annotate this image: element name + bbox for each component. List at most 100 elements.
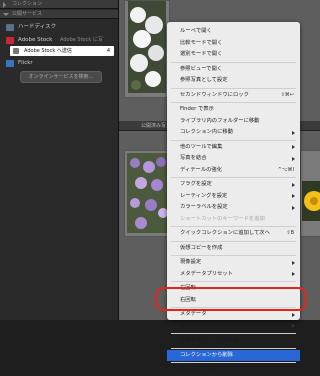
menu-item-label: ショートカットのキーワードを追加 — [180, 215, 265, 222]
menu-item-label: セカンドウィンドウにロック — [180, 91, 249, 98]
menu-item-shortcut: ⇧B — [286, 230, 294, 236]
menu-item[interactable]: セカンドウィンドウにロック ⇧⌘↩ — [167, 90, 300, 102]
menu-separator — [171, 61, 296, 63]
menu-item-label: クイックコレクションに追加して次へ — [180, 230, 270, 236]
menu-item-label: 仮想コピーを作成 — [180, 244, 223, 251]
menu-item-label: Finder で表示 — [180, 106, 214, 112]
menu-separator — [171, 139, 296, 141]
menu-item-label: コレクション内に移動 — [180, 129, 233, 135]
menu-item-label: 比較モードで開く — [180, 39, 223, 46]
menu-item[interactable]: 参照写真として設定 — [167, 75, 300, 87]
menu-item-label: 他のツールで編集 — [180, 143, 223, 150]
submenu-arrow-icon — [292, 324, 295, 329]
menu-item[interactable]: コレクション内に移動 — [167, 127, 300, 139]
menu-separator — [171, 102, 296, 103]
menu-item[interactable]: Finder で表示 — [167, 104, 300, 116]
photo-thumbnail-white-flowers[interactable] — [128, 1, 166, 93]
menu-item[interactable]: フラグを設定 — [167, 179, 300, 191]
menu-item-label: ライブラリ内のフォルダーに移動 — [180, 117, 260, 124]
submenu-arrow-icon — [292, 312, 295, 317]
submenu-arrow-icon — [292, 272, 295, 277]
menu-item-label: 書き出し — [180, 322, 202, 329]
menu-item-label: メタデータプリセット — [180, 270, 233, 277]
menu-item[interactable]: カラーラベルを設定 — [167, 202, 300, 214]
collections-header[interactable]: コレクション — [0, 0, 118, 9]
menu-item[interactable]: 選別モードで開く — [167, 49, 300, 61]
menu-separator — [171, 226, 296, 227]
menu-item[interactable]: ライブラリ内のフォルダーに移動 — [167, 116, 300, 128]
collection-adobe-stock-send[interactable]: Adobe Stock へ送信 4 — [10, 46, 114, 56]
menu-item-label: カラーラベルを設定 — [180, 204, 228, 210]
menu-separator — [171, 255, 296, 256]
menu-item-label: 現像設定 — [180, 259, 202, 265]
expand-triangle-icon — [3, 13, 9, 16]
menu-item[interactable]: 書き出し — [167, 321, 300, 333]
menu-separator — [171, 333, 296, 334]
left-panel: コレクション 公開サービス ハードディスク Adobe Stock Adobe … — [0, 0, 119, 320]
menu-item: ショートカットのキーワードを追加 — [167, 214, 300, 226]
menu-item-shortcut: ^⌥⌘I — [277, 166, 294, 173]
submenu-arrow-icon — [292, 260, 295, 265]
menu-item[interactable]: 参照ビューで開く — [167, 64, 300, 76]
menu-item-label: メタデータ — [180, 311, 207, 317]
menu-item-label: ディテールの強化 — [180, 166, 223, 173]
context-menu: ルーペで開く比較モードで開く 選別モードで開く 参照ビューで開く 参照写真として設定セ… — [167, 22, 300, 372]
publish-services-label: 公開サービス — [12, 11, 43, 17]
service-label: Flickr — [18, 60, 33, 66]
menu-separator — [171, 347, 296, 349]
menu-item-label: 写真を結合 — [180, 155, 207, 161]
service-adobe-stock[interactable]: Adobe Stock Adobe Stock に写真… — [4, 35, 112, 54]
photo-thumbnail-yellow-flower[interactable] — [302, 181, 320, 221]
menu-item-label: ルーペで開く — [180, 28, 212, 34]
menu-item-label: 参照ビューで開く — [180, 65, 223, 72]
adobe-stock-icon — [6, 37, 14, 44]
grid-cell[interactable] — [124, 0, 170, 98]
menu-item[interactable]: 比較モードで開く — [167, 38, 300, 50]
menu-item[interactable]: レーティングを設定 — [167, 191, 300, 203]
grid-cell[interactable] — [300, 150, 320, 237]
submenu-arrow-icon — [292, 194, 295, 199]
menu-item-label: コレクションから削除 — [180, 351, 233, 358]
menu-item[interactable]: メタデータプリセット — [167, 269, 300, 281]
menu-item[interactable]: 写真を電子メールで送信… — [167, 335, 300, 347]
menu-item-label: レーティングを設定 — [180, 192, 228, 199]
photo-thumbnail-purple-flowers[interactable] — [127, 153, 169, 233]
publish-services-header[interactable]: 公開サービス — [0, 10, 118, 19]
collection-icon — [13, 48, 19, 54]
flickr-icon — [6, 60, 14, 67]
menu-item[interactable]: 仮想コピーを作成 — [167, 243, 300, 255]
menu-item[interactable]: 表示オプション… — [167, 364, 300, 376]
menu-item-label: 参照写真として設定 — [180, 77, 228, 83]
submenu-arrow-icon — [292, 156, 295, 161]
grid-cell[interactable] — [124, 150, 172, 237]
find-online-services-button[interactable]: オンラインサービスを検索… — [20, 71, 102, 83]
menu-item[interactable]: ディテールの強化 ^⌥⌘I — [167, 165, 300, 177]
menu-separator — [171, 87, 296, 89]
menu-item[interactable]: 他のツールで編集 — [167, 142, 300, 154]
submenu-arrow-icon — [292, 145, 295, 150]
service-flickr[interactable]: Flickr — [4, 58, 112, 69]
menu-item[interactable]: ルーペで開く — [167, 26, 300, 38]
submenu-arrow-icon — [292, 130, 295, 135]
menu-item[interactable]: クイックコレクションに追加して次へ ⇧B — [167, 228, 300, 240]
menu-item-label: 写真を電子メールで送信… — [180, 337, 244, 343]
submenu-arrow-icon — [292, 182, 295, 187]
service-label: ハードディスク — [18, 24, 57, 30]
service-hard-disk[interactable]: ハードディスク — [4, 22, 112, 33]
collection-count: 4 — [106, 48, 110, 54]
menu-separator — [171, 281, 296, 282]
menu-item-label: 選別モードで開く — [180, 51, 223, 57]
menu-separator — [171, 240, 296, 242]
menu-item[interactable]: 現像設定 — [167, 257, 300, 269]
menu-item[interactable]: 写真を結合 — [167, 153, 300, 165]
collection-label: Adobe Stock へ送信 — [24, 48, 72, 54]
service-label: Adobe Stock — [18, 37, 53, 43]
collections-header-label: コレクション — [12, 1, 43, 7]
hard-disk-icon — [6, 24, 14, 31]
submenu-arrow-icon — [292, 205, 295, 210]
annotation-highlight — [155, 287, 307, 311]
menu-item[interactable]: コレクションから削除 — [167, 349, 300, 361]
collapse-triangle-icon — [3, 1, 6, 8]
menu-separator — [171, 177, 296, 178]
menu-item-label: 表示オプション… — [180, 366, 223, 372]
